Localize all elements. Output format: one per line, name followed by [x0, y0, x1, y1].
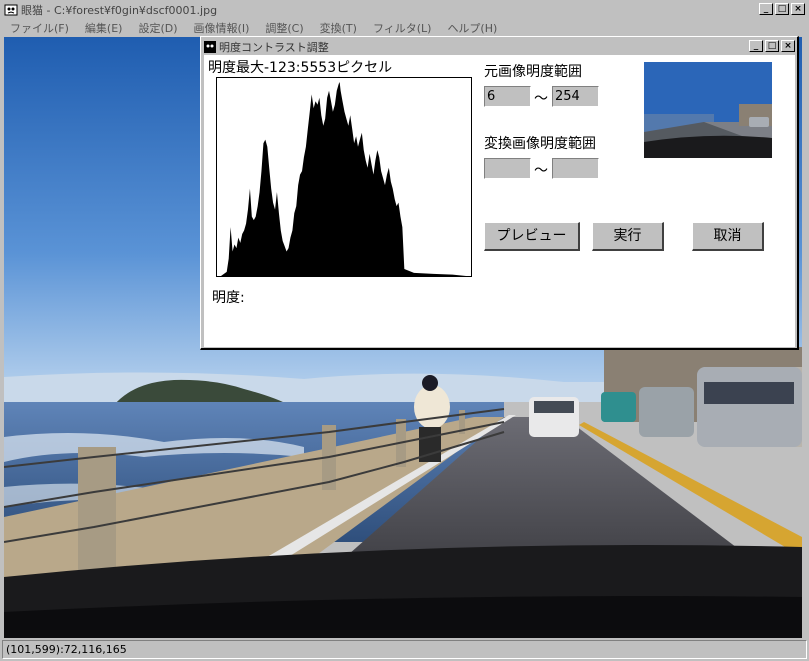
dialog-minimize-button[interactable]: _: [749, 40, 763, 52]
dialog-title-bar[interactable]: 明度コントラスト調整 _ □ ×: [203, 39, 795, 54]
preview-thumbnail: [644, 62, 772, 158]
menu-convert[interactable]: 変換(T): [312, 20, 365, 36]
menu-file[interactable]: ファイル(F): [2, 20, 77, 36]
status-bar: (101,599):72,116,165: [2, 640, 807, 659]
app-window: 眼猫 - C:¥forest¥f0gin¥dscf0001.jpg _ □ × …: [0, 0, 809, 661]
source-min-field[interactable]: 6: [484, 86, 531, 107]
target-range-label: 変換画像明度範囲: [484, 136, 596, 152]
range-tilde: ～: [534, 163, 548, 179]
dialog-body: 明度最大-123:5553ピクセル 明度: 元画像明度範囲 6 ～ 254 変換…: [204, 55, 795, 347]
range-tilde: ～: [534, 91, 548, 107]
dialog-maximize-button[interactable]: □: [765, 40, 779, 52]
window-title: 眼猫 - C:¥forest¥f0gin¥dscf0001.jpg: [21, 4, 218, 17]
maximize-button[interactable]: □: [775, 3, 789, 15]
menu-filter[interactable]: フィルタ(L): [365, 20, 440, 36]
menu-edit[interactable]: 編集(E): [77, 20, 131, 36]
brightness-histogram: [216, 77, 472, 277]
brightness-contrast-dialog: 明度コントラスト調整 _ □ × 明度最大-123:5553ピクセル 明度: 元…: [200, 36, 799, 350]
close-button[interactable]: ×: [791, 3, 805, 15]
cancel-button[interactable]: 取消: [692, 222, 764, 251]
brightness-label: 明度:: [212, 290, 245, 306]
histogram-area: [220, 81, 467, 276]
dialog-title: 明度コントラスト調整: [219, 40, 329, 54]
title-bar[interactable]: 眼猫 - C:¥forest¥f0gin¥dscf0001.jpg _ □ ×: [2, 2, 807, 18]
target-max-field[interactable]: [552, 158, 599, 179]
menu-help[interactable]: ヘルプ(H): [439, 20, 505, 36]
preview-button[interactable]: プレビュー: [484, 222, 580, 251]
cat-app-icon: [204, 40, 216, 53]
source-max-field[interactable]: 254: [552, 86, 599, 107]
menu-settings[interactable]: 設定(D): [130, 20, 185, 36]
target-min-field[interactable]: [484, 158, 531, 179]
minimize-button[interactable]: _: [759, 3, 773, 15]
source-range-label: 元画像明度範囲: [484, 64, 582, 80]
max-brightness-label: 明度最大-123:5553ピクセル: [208, 60, 393, 76]
menu-image-info[interactable]: 画像情報(I): [186, 20, 258, 36]
menu-bar: ファイル(F) 編集(E) 設定(D) 画像情報(I) 調整(C) 変換(T) …: [2, 19, 807, 36]
menu-adjust[interactable]: 調整(C): [257, 20, 311, 36]
dialog-close-button[interactable]: ×: [781, 40, 795, 52]
cat-app-icon: [4, 4, 18, 16]
execute-button[interactable]: 実行: [592, 222, 664, 251]
